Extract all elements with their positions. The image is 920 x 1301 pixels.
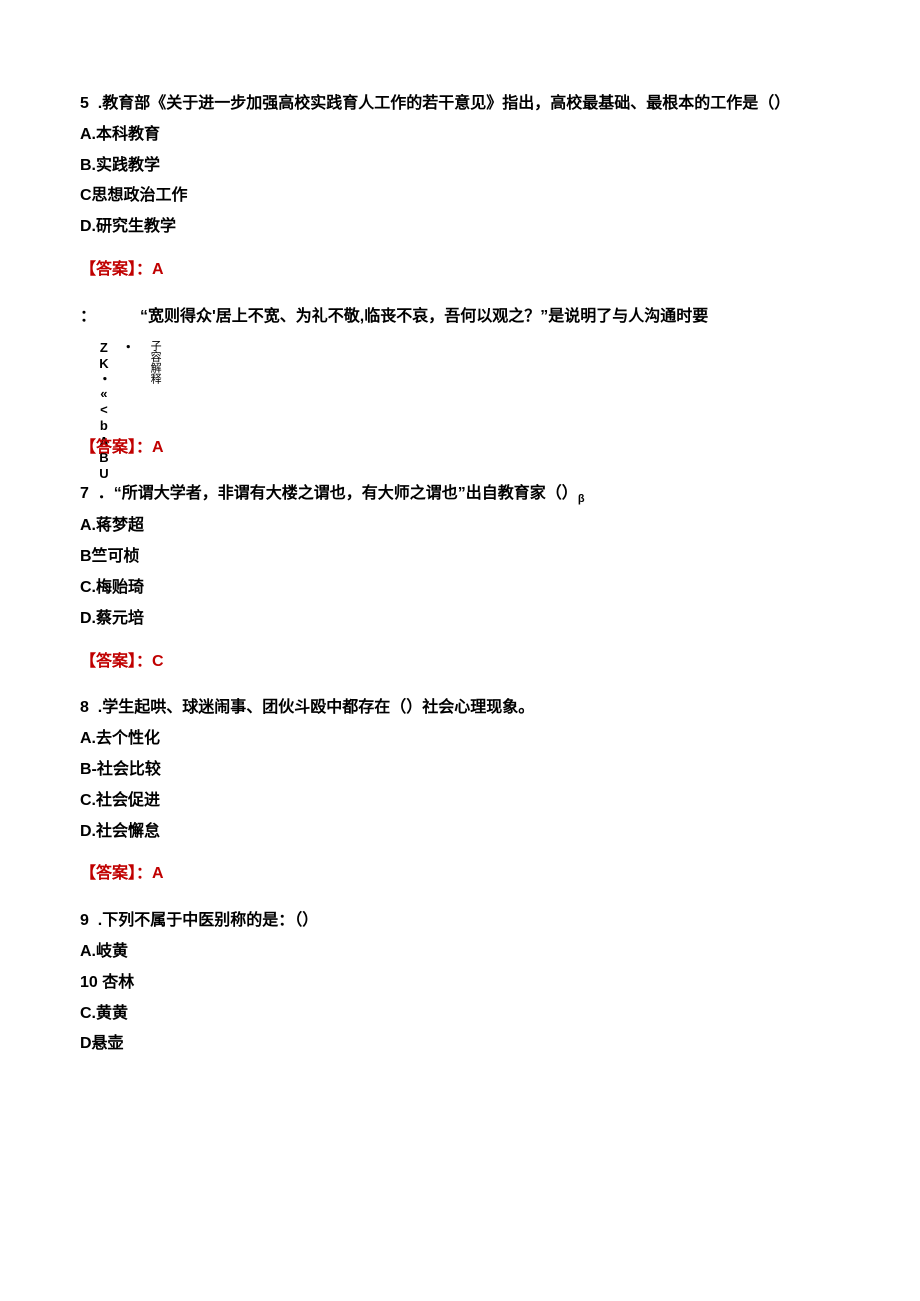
q6-vertical-2: ・ZK・«<bABU <box>92 340 139 420</box>
q9-option-c: C.黄黄 <box>80 1000 840 1029</box>
q9-stem: 9 .下列不属于中医别称的是：（） <box>80 907 840 936</box>
q8-option-b: B-社会比较 <box>80 756 840 785</box>
q7-option-d: D.蔡元培 <box>80 605 840 634</box>
question-7: 7 ．“所谓大学者，非谓有大楼之谓也，有大师之谓也”出自教育家（）β A.蒋梦超… <box>80 480 840 676</box>
q9-option-d: D悬壶 <box>80 1030 840 1059</box>
q8-option-c: C.社会促进 <box>80 787 840 816</box>
q6-stem: ：“宽则得众'居上不宽、为礼不敬,临丧不哀，吾何以观之？”是说明了与人沟通时要 <box>80 303 840 332</box>
q9-number: 9 <box>80 912 89 929</box>
q5-option-a: A.本科教育 <box>80 121 840 150</box>
question-9: 9 .下列不属于中医别称的是：（） A.岐黄 10 杏林 C.黄黄 D悬壶 <box>80 907 840 1059</box>
q5-text: .教育部《关于进一步加强高校实践育人工作的若干意见》指出，高校最基础、最根本的工… <box>98 95 790 112</box>
q8-answer: 【答案】：A <box>80 860 840 889</box>
q9-option-b: 10 杏林 <box>80 969 840 998</box>
q7-answer: 【答案】：C <box>80 648 840 677</box>
q8-option-d: D.社会懈怠 <box>80 818 840 847</box>
q7-text: ．“所谓大学者，非谓有大楼之谓也，有大师之谓也”出自教育家（） <box>98 485 578 502</box>
q6-text: “宽则得众'居上不宽、为礼不敬,临丧不哀，吾何以观之？”是说明了与人沟通时要 <box>140 308 708 325</box>
q5-option-c: C思想政治工作 <box>80 182 840 211</box>
q8-number: 8 <box>80 699 89 716</box>
q9-text: .下列不属于中医别称的是：（） <box>98 912 318 929</box>
q6-colon: ： <box>80 303 140 332</box>
question-8: 8 .学生起哄、球迷闹事、团伙斗殴中都存在（）社会心理现象。 A.去个性化 B-… <box>80 694 840 889</box>
q5-stem: 5 .教育部《关于进一步加强高校实践育人工作的若干意见》指出，高校最基础、最根本… <box>80 90 840 119</box>
q6-vertical-1: 子容解释 <box>147 340 162 420</box>
q5-option-d: D.研究生教学 <box>80 213 840 242</box>
q7-stem: 7 ．“所谓大学者，非谓有大楼之谓也，有大师之谓也”出自教育家（）β <box>80 480 840 510</box>
q7-option-c: C.梅贻琦 <box>80 574 840 603</box>
q5-answer: 【答案】：A <box>80 256 840 285</box>
question-5: 5 .教育部《关于进一步加强高校实践育人工作的若干意见》指出，高校最基础、最根本… <box>80 90 840 285</box>
q8-option-a: A.去个性化 <box>80 725 840 754</box>
q6-answer: 【答案】：A <box>80 434 840 463</box>
q5-number: 5 <box>80 95 89 112</box>
q8-text: .学生起哄、球迷闹事、团伙斗殴中都存在（）社会心理现象。 <box>98 699 534 716</box>
q9-option-a: A.岐黄 <box>80 938 840 967</box>
q6-vertical-block: ・ZK・«<bABU 子容解释 <box>92 340 840 420</box>
q7-option-b: B竺可桢 <box>80 543 840 572</box>
q7-number: 7 <box>80 485 89 502</box>
q5-option-b: B.实践教学 <box>80 152 840 181</box>
q8-stem: 8 .学生起哄、球迷闹事、团伙斗殴中都存在（）社会心理现象。 <box>80 694 840 723</box>
q7-option-a: A.蒋梦超 <box>80 512 840 541</box>
question-6: ：“宽则得众'居上不宽、为礼不敬,临丧不哀，吾何以观之？”是说明了与人沟通时要 … <box>80 303 840 463</box>
q7-sub: β <box>578 494 585 506</box>
